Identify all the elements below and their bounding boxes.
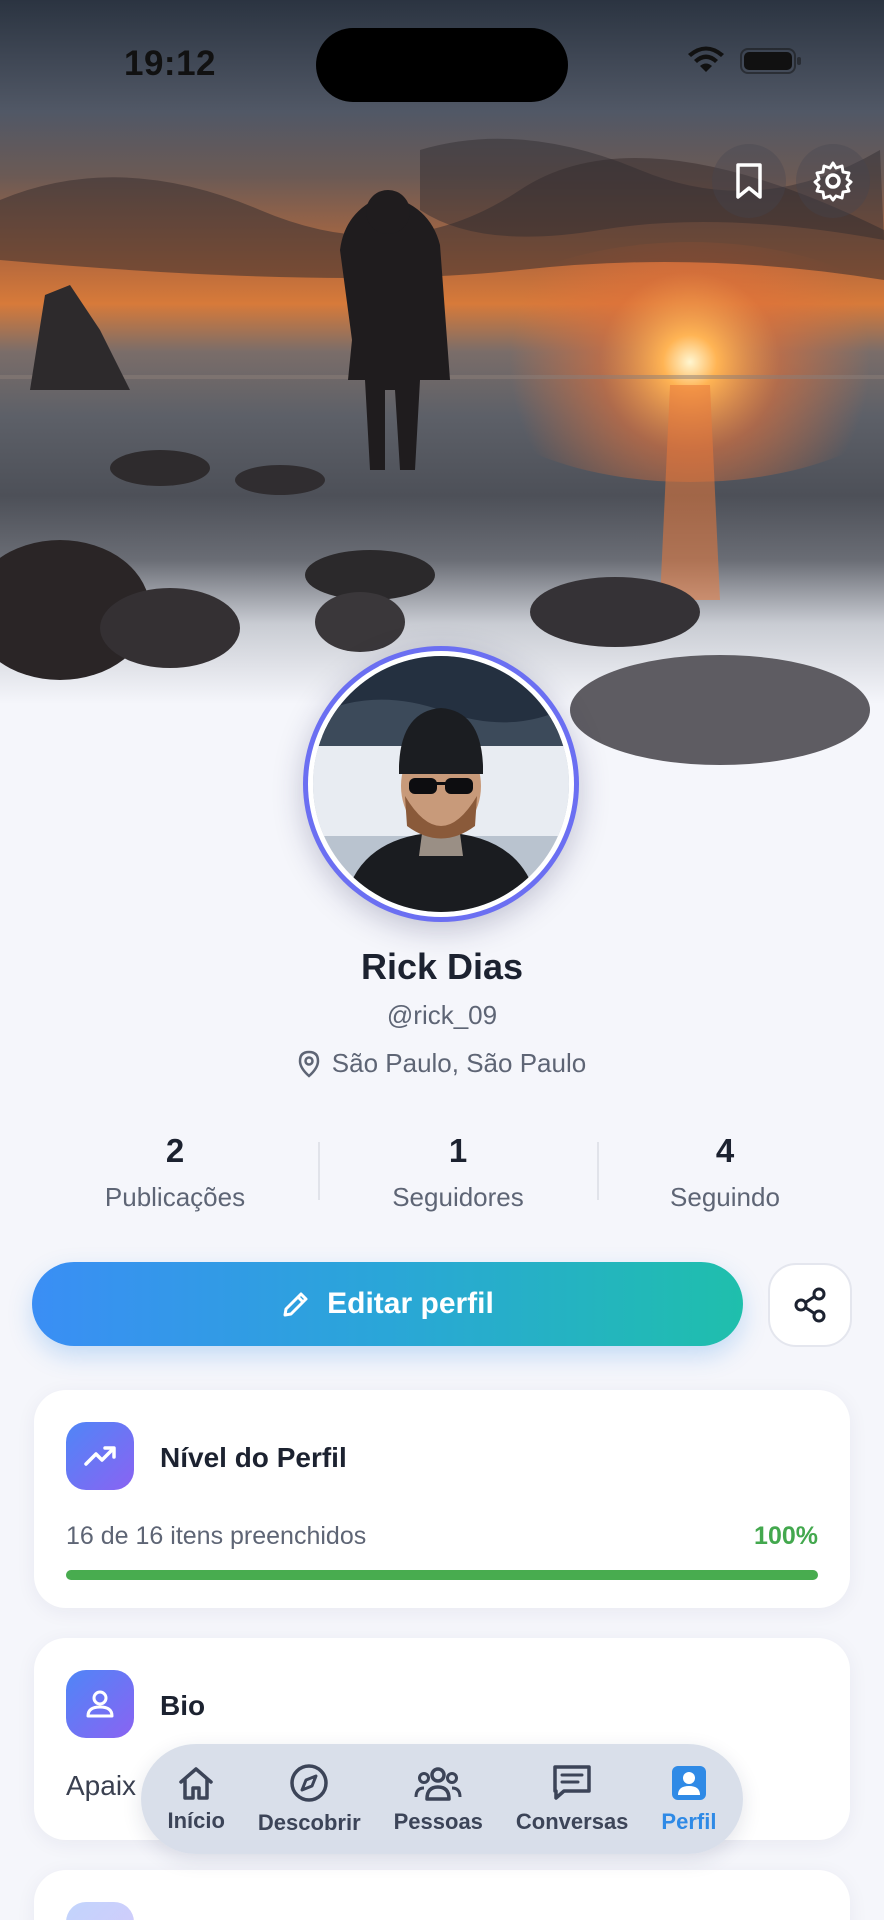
tab-people[interactable]: Pessoas [394, 1763, 483, 1835]
compass-icon [290, 1764, 329, 1802]
stat-posts[interactable]: 2 Publicações [75, 1132, 275, 1213]
trending-up-icon [66, 1422, 134, 1490]
tab-chats[interactable]: Conversas [515, 1763, 629, 1835]
dynamic-island [316, 28, 568, 102]
bottom-tab-bar: Início Descobrir Pessoas Conversas Perfi… [141, 1744, 743, 1854]
level-progress-text: 16 de 16 itens preenchidos [66, 1522, 367, 1550]
tab-profile[interactable]: Perfil [661, 1763, 716, 1835]
chat-icon [553, 1765, 591, 1800]
pencil-icon [283, 1292, 308, 1317]
settings-button[interactable] [796, 144, 870, 218]
level-progress-bar [66, 1570, 818, 1580]
person-icon [66, 1670, 134, 1738]
gear-icon [813, 161, 853, 202]
stat-divider [318, 1142, 320, 1200]
tab-chats-label: Conversas [515, 1809, 629, 1834]
profile-name: Rick Dias [360, 946, 524, 987]
share-button[interactable] [768, 1263, 852, 1347]
next-card [34, 1870, 850, 1920]
share-icon [794, 1287, 826, 1323]
stat-followers[interactable]: 1 Seguidores [358, 1132, 558, 1213]
stat-divider [597, 1142, 599, 1200]
profile-location: São Paulo, São Paulo [0, 1048, 884, 1079]
profile-icon [671, 1766, 706, 1800]
bookmark-button[interactable] [712, 144, 786, 218]
bio-card-title: Bio [160, 1690, 206, 1721]
stat-following-label: Seguindo [670, 1182, 780, 1212]
avatar[interactable] [303, 646, 579, 922]
level-progress-fill [66, 1570, 818, 1580]
tab-profile-label: Perfil [661, 1809, 717, 1834]
status-icons [686, 46, 802, 76]
edit-profile-button[interactable]: Editar perfil [32, 1262, 743, 1346]
status-time: 19:12 [124, 44, 217, 83]
profile-stats: 2 Publicações 1 Seguidores 4 Seguindo [0, 1132, 884, 1222]
tab-discover-label: Descobrir [257, 1810, 361, 1835]
tab-discover[interactable]: Descobrir [258, 1762, 361, 1836]
people-icon [414, 1767, 462, 1801]
profile-level-card: Nível do Perfil 16 de 16 itens preenchid… [34, 1390, 850, 1608]
tab-home-label: Início [167, 1808, 225, 1833]
stat-posts-value: 2 [165, 1132, 185, 1169]
stat-following-value: 4 [715, 1132, 735, 1169]
tab-people-label: Pessoas [393, 1809, 483, 1834]
wifi-icon [688, 46, 724, 72]
avatar-photo [313, 656, 569, 912]
battery-icon [740, 48, 801, 74]
location-text: São Paulo, São Paulo [331, 1048, 587, 1078]
tab-home[interactable]: Início [167, 1764, 225, 1834]
home-icon [179, 1767, 213, 1800]
level-progress-percent: 100% [754, 1522, 818, 1550]
stat-followers-label: Seguidores [392, 1182, 524, 1212]
bookmark-icon [736, 163, 762, 199]
level-card-title: Nível do Perfil [160, 1442, 347, 1473]
stat-following[interactable]: 4 Seguindo [625, 1132, 825, 1213]
bio-text: Apaix [66, 1770, 137, 1801]
edit-profile-label: Editar perfil [327, 1287, 494, 1320]
card-icon [66, 1902, 134, 1920]
profile-handle: @rick_09 [386, 1000, 498, 1030]
stat-followers-value: 1 [448, 1132, 468, 1169]
location-pin-icon [298, 1050, 320, 1078]
stat-posts-label: Publicações [104, 1182, 246, 1212]
